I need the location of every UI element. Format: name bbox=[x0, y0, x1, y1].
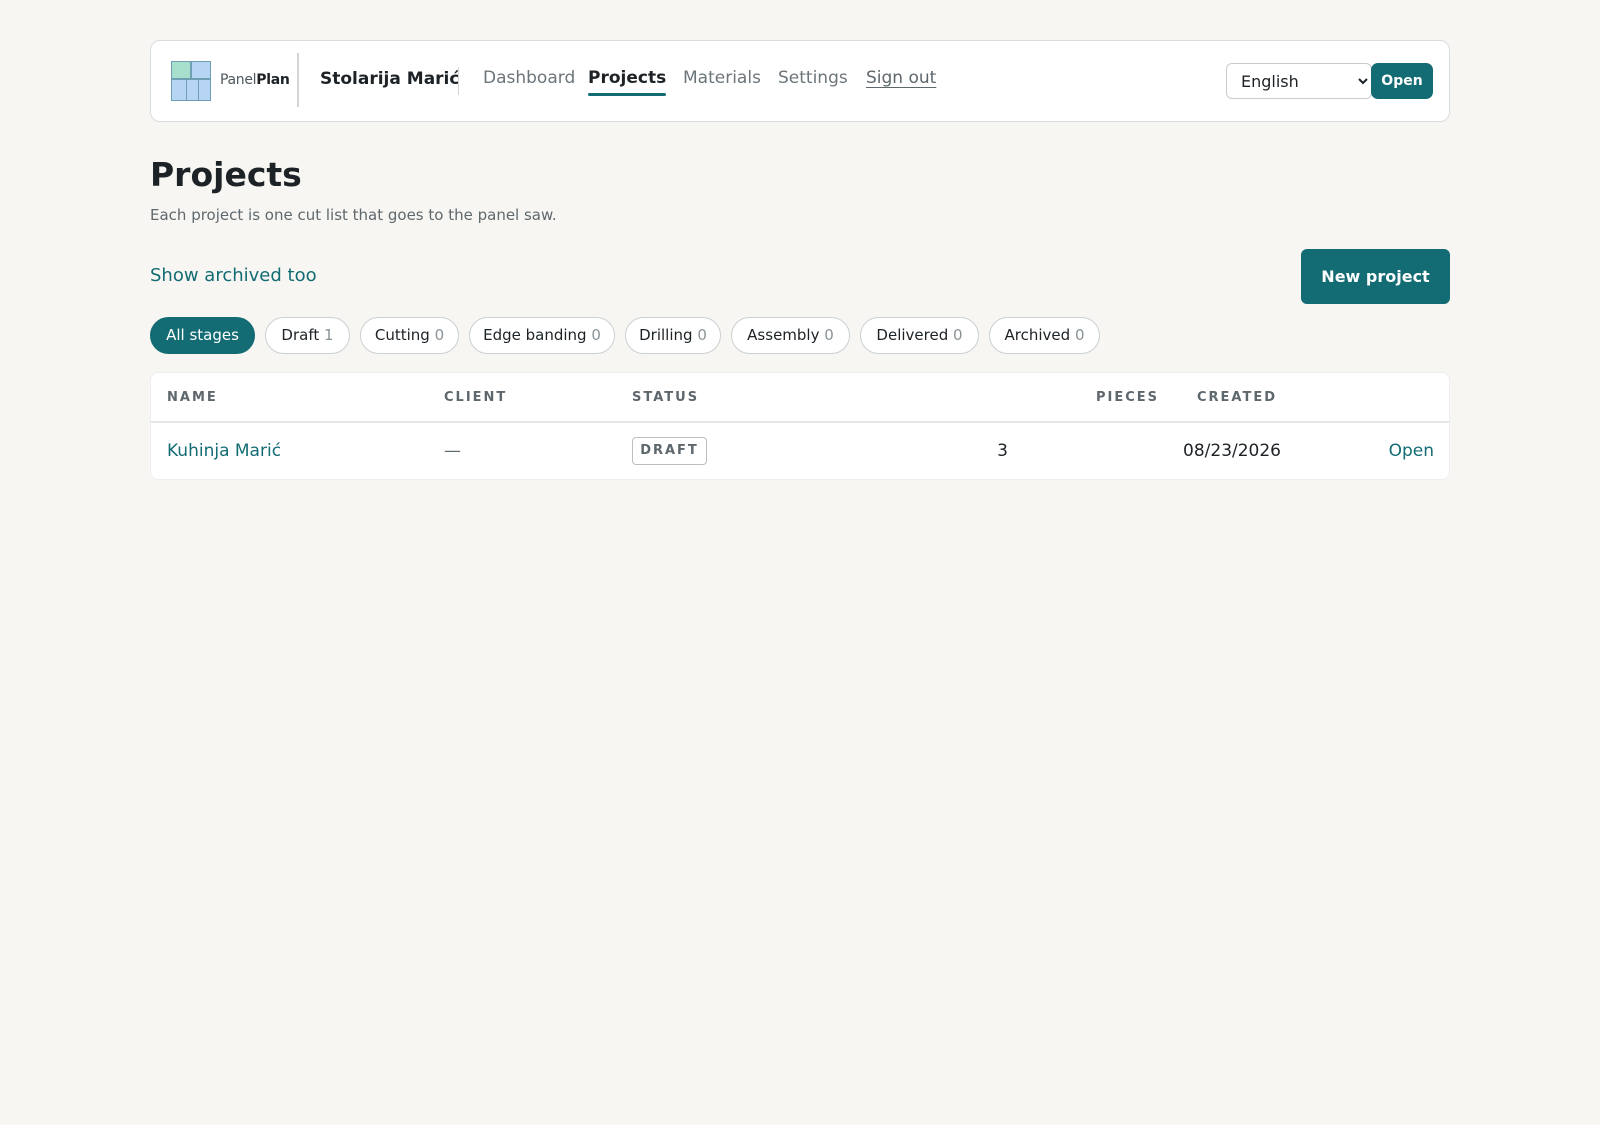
column-header-created-label: CREATED bbox=[1197, 390, 1278, 405]
nav-materials[interactable]: Materials bbox=[683, 68, 761, 88]
top-navigation-bar: PanelPlan Stolarija Marić Dashboard Proj… bbox=[150, 40, 1450, 122]
filter-chip-label: All stages bbox=[166, 326, 239, 344]
projects-table: NAME CLIENT STATUS PIECES CREATED Kuhinj… bbox=[150, 372, 1450, 480]
status-badge: DRAFT bbox=[632, 437, 707, 465]
show-archived-link[interactable]: Show archived too bbox=[150, 265, 317, 286]
filter-chip-count: 0 bbox=[591, 326, 601, 344]
filter-chip-label: Delivered bbox=[876, 326, 949, 344]
project-created-date: 08/23/2026 bbox=[1183, 441, 1281, 461]
filter-chip-count: 1 bbox=[324, 326, 334, 344]
filter-chip-label: Assembly bbox=[747, 326, 820, 344]
filter-chip-draft[interactable]: Draft 1 bbox=[265, 317, 350, 354]
column-header-client: CLIENT bbox=[444, 390, 508, 405]
logo-text-bold: Plan bbox=[256, 72, 290, 88]
header-divider bbox=[458, 67, 459, 95]
nav-projects[interactable]: Projects bbox=[588, 68, 667, 96]
project-pieces: 3 bbox=[997, 441, 1008, 461]
filter-chip-count: 0 bbox=[697, 326, 707, 344]
table-header: NAME CLIENT STATUS PIECES CREATED bbox=[151, 373, 1449, 423]
column-header-status: STATUS bbox=[632, 390, 700, 405]
filter-chip-count: 0 bbox=[953, 326, 963, 344]
column-header-created: CREATED bbox=[1197, 390, 1433, 405]
filter-chip-delivered[interactable]: Delivered 0 bbox=[860, 317, 979, 354]
filter-chip-label: Edge banding bbox=[483, 326, 587, 344]
filter-chip-archived[interactable]: Archived 0 bbox=[989, 317, 1100, 354]
panelplan-logo-icon bbox=[171, 61, 211, 101]
new-project-button[interactable]: New project bbox=[1301, 249, 1450, 304]
header-divider bbox=[297, 53, 299, 107]
project-client: — bbox=[444, 441, 461, 461]
filter-chip-edge-banding[interactable]: Edge banding 0 bbox=[469, 317, 615, 354]
language-open-button[interactable]: Open bbox=[1371, 63, 1433, 99]
nav-sign-out[interactable]: Sign out bbox=[866, 68, 936, 88]
logo-text-light: Panel bbox=[220, 72, 257, 88]
filter-chip-drilling[interactable]: Drilling 0 bbox=[625, 317, 721, 354]
filter-chip-all-stages[interactable]: All stages bbox=[150, 317, 255, 354]
filter-chip-count: 0 bbox=[824, 326, 834, 344]
page-subtitle: Each project is one cut list that goes t… bbox=[150, 206, 557, 224]
language-select[interactable]: English bbox=[1226, 63, 1372, 99]
nav-dashboard[interactable]: Dashboard bbox=[483, 68, 575, 88]
filter-chip-label: Cutting bbox=[374, 326, 430, 344]
filter-chip-label: Drilling bbox=[639, 326, 693, 344]
filter-chip-count: 0 bbox=[1074, 326, 1085, 344]
filter-chip-label: Draft bbox=[281, 326, 320, 344]
filter-chip-count: 0 bbox=[434, 326, 445, 344]
column-header-pieces: PIECES bbox=[1095, 390, 1159, 405]
logo-wordmark: PanelPlan bbox=[220, 72, 290, 88]
nav-settings[interactable]: Settings bbox=[778, 68, 848, 88]
open-project-link[interactable]: Open bbox=[1389, 441, 1434, 461]
filter-chip-assembly[interactable]: Assembly 0 bbox=[731, 317, 850, 354]
shop-name: Stolarija Marić bbox=[320, 69, 460, 89]
filter-chip-cutting[interactable]: Cutting 0 bbox=[360, 317, 459, 354]
column-header-name: NAME bbox=[167, 390, 218, 405]
filter-chip-label: Archived bbox=[1004, 326, 1071, 344]
page-title: Projects bbox=[150, 155, 302, 194]
project-name-link[interactable]: Kuhinja Marić bbox=[167, 441, 281, 461]
